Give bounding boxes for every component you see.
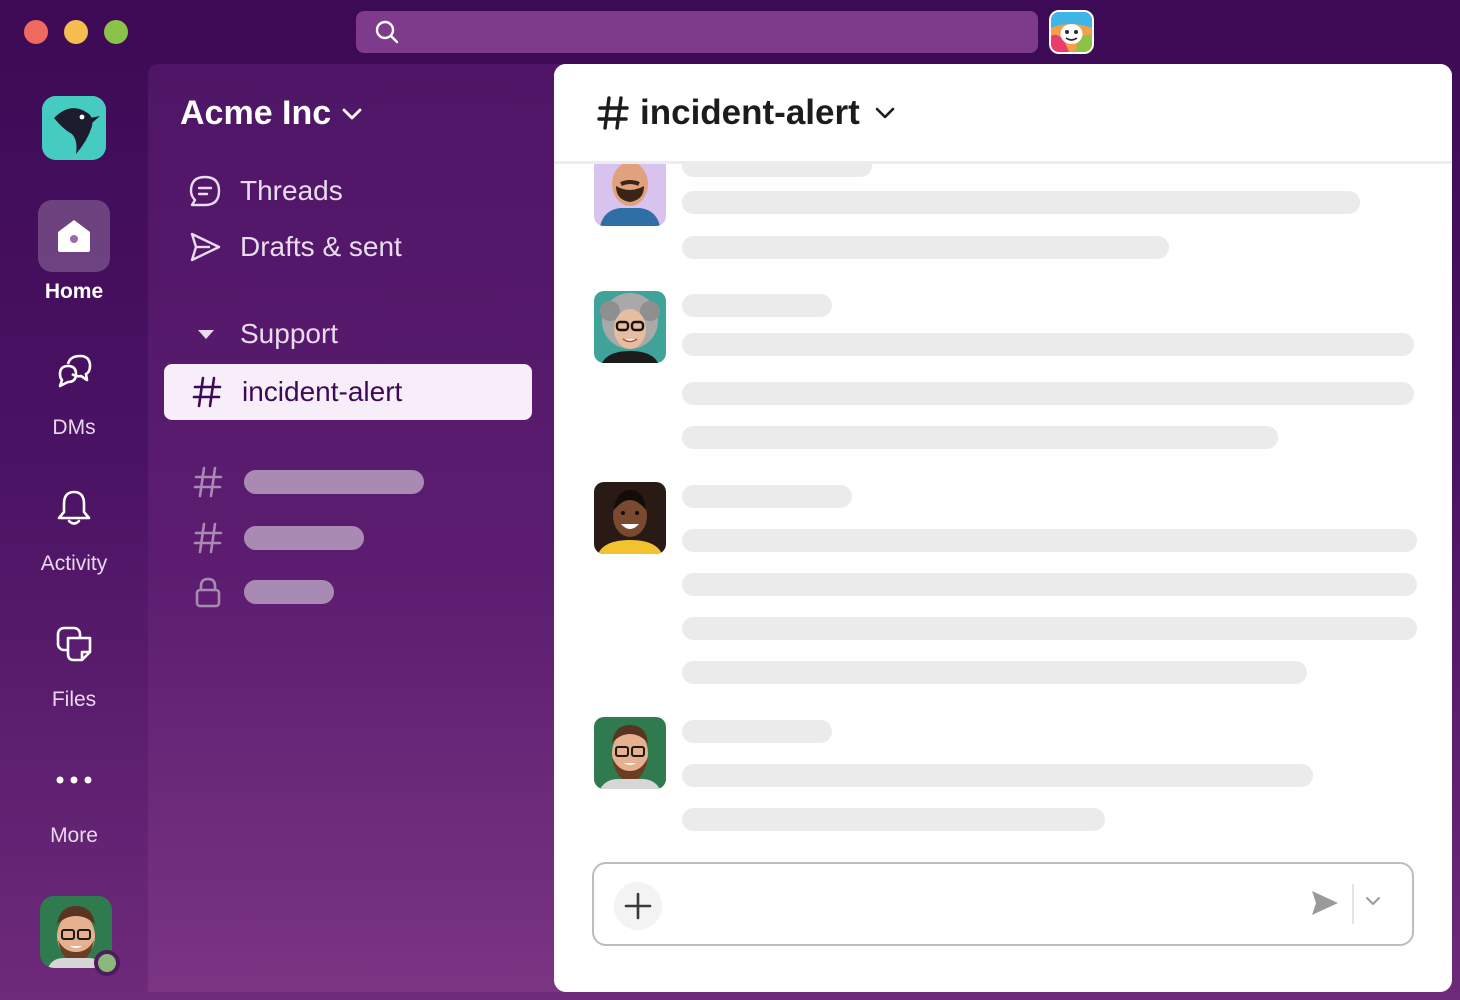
app-rail: Home DMs Activity Files More	[0, 64, 148, 1000]
sidebar-channel-placeholder[interactable]	[192, 522, 364, 554]
plus-icon	[624, 892, 652, 920]
hash-icon	[597, 95, 629, 130]
message-composer[interactable]	[592, 862, 1414, 946]
caret-down-icon	[198, 330, 214, 339]
hash-icon	[193, 522, 223, 554]
send-icon	[190, 232, 221, 262]
divider	[1352, 884, 1354, 924]
more-icon-wrap	[38, 744, 110, 816]
section-label: Support	[240, 318, 339, 349]
chevron-down-icon	[875, 107, 895, 118]
channel-title: incident-alert	[640, 92, 860, 132]
hash-icon	[192, 376, 222, 408]
presence-indicator	[94, 950, 120, 976]
close-window-button[interactable]	[24, 20, 48, 44]
home-icon-wrap	[38, 200, 110, 272]
channel-sidebar: Acme Inc Threads Drafts & sent Support i…	[148, 64, 568, 992]
rail-label-files: Files	[51, 688, 97, 711]
workspace-name: Acme Inc	[180, 94, 332, 132]
avatar[interactable]	[594, 154, 666, 226]
channel-name-placeholder	[244, 580, 334, 604]
workspace-logo[interactable]	[42, 96, 106, 160]
channel-header[interactable]: incident-alert	[554, 64, 1452, 164]
send-options-button[interactable]	[1364, 894, 1382, 912]
workspace-switcher[interactable]: Acme Inc	[180, 94, 363, 133]
sidebar-channel-placeholder[interactable]	[192, 466, 424, 498]
rail-item-dms[interactable]: DMs	[0, 336, 148, 440]
sidebar-channel-placeholder[interactable]	[192, 576, 334, 608]
channel-label: incident-alert	[242, 376, 403, 407]
channel-name-placeholder	[244, 526, 364, 550]
message-placeholder-line	[682, 426, 1278, 449]
sidebar-item-label: Threads	[240, 175, 343, 206]
section-support[interactable]: Support	[196, 318, 338, 350]
avatar[interactable]	[594, 291, 666, 363]
chevron-down-icon	[1366, 897, 1380, 905]
search-bar[interactable]	[356, 11, 1038, 53]
rail-item-activity[interactable]: Activity	[0, 472, 148, 576]
more-icon	[56, 776, 92, 784]
maximize-window-button[interactable]	[104, 20, 128, 44]
rail-label-more: More	[50, 824, 98, 847]
home-icon	[58, 220, 90, 252]
hash-icon	[193, 466, 223, 498]
message-placeholder-line	[682, 191, 1360, 214]
message-placeholder-line	[682, 529, 1417, 552]
bell-icon	[57, 490, 91, 525]
rail-item-files[interactable]: Files	[0, 608, 148, 712]
message-placeholder-line	[682, 764, 1313, 787]
avatar[interactable]	[594, 717, 666, 789]
sidebar-item-drafts[interactable]: Drafts & sent	[188, 230, 402, 264]
message-placeholder-line	[682, 382, 1414, 405]
message-placeholder-line	[682, 236, 1169, 259]
message-placeholder-line	[682, 333, 1414, 356]
avatar[interactable]	[594, 482, 666, 554]
window-controls	[24, 20, 128, 44]
bell-icon-wrap	[38, 472, 110, 544]
message-placeholder-line	[682, 661, 1307, 684]
sidebar-item-incident-alert[interactable]: incident-alert	[164, 364, 532, 420]
sidebar-item-label: Drafts & sent	[240, 231, 402, 262]
message-placeholder-line	[682, 294, 832, 317]
bird-logo-icon	[42, 96, 106, 160]
threads-icon	[189, 175, 221, 207]
minimize-window-button[interactable]	[64, 20, 88, 44]
rail-label-home: Home	[44, 280, 104, 303]
chevron-down-icon	[342, 108, 362, 119]
message-pane: incident-alert	[554, 64, 1452, 992]
rail-label-dms: DMs	[52, 416, 96, 439]
files-icon-wrap	[38, 608, 110, 680]
send-button[interactable]	[1310, 888, 1340, 923]
message-placeholder-line	[682, 573, 1417, 596]
rail-item-more[interactable]: More	[0, 744, 148, 848]
rail-item-home[interactable]: Home	[0, 200, 148, 304]
user-avatar[interactable]	[40, 896, 120, 976]
message-placeholder-line	[682, 617, 1417, 640]
app-badge-icon[interactable]	[1049, 10, 1094, 54]
add-attachment-button[interactable]	[614, 882, 662, 930]
rail-label-activity: Activity	[40, 552, 108, 575]
message-placeholder-line	[682, 485, 852, 508]
dms-icon-wrap	[38, 336, 110, 408]
dms-icon	[58, 354, 92, 388]
send-icon	[1312, 891, 1338, 915]
search-icon	[375, 20, 399, 44]
message-placeholder-line	[682, 808, 1105, 831]
files-icon	[56, 626, 92, 662]
lock-icon	[195, 577, 221, 608]
sidebar-item-threads[interactable]: Threads	[188, 174, 343, 208]
message-placeholder-line	[682, 720, 832, 743]
channel-name-placeholder	[244, 470, 424, 494]
